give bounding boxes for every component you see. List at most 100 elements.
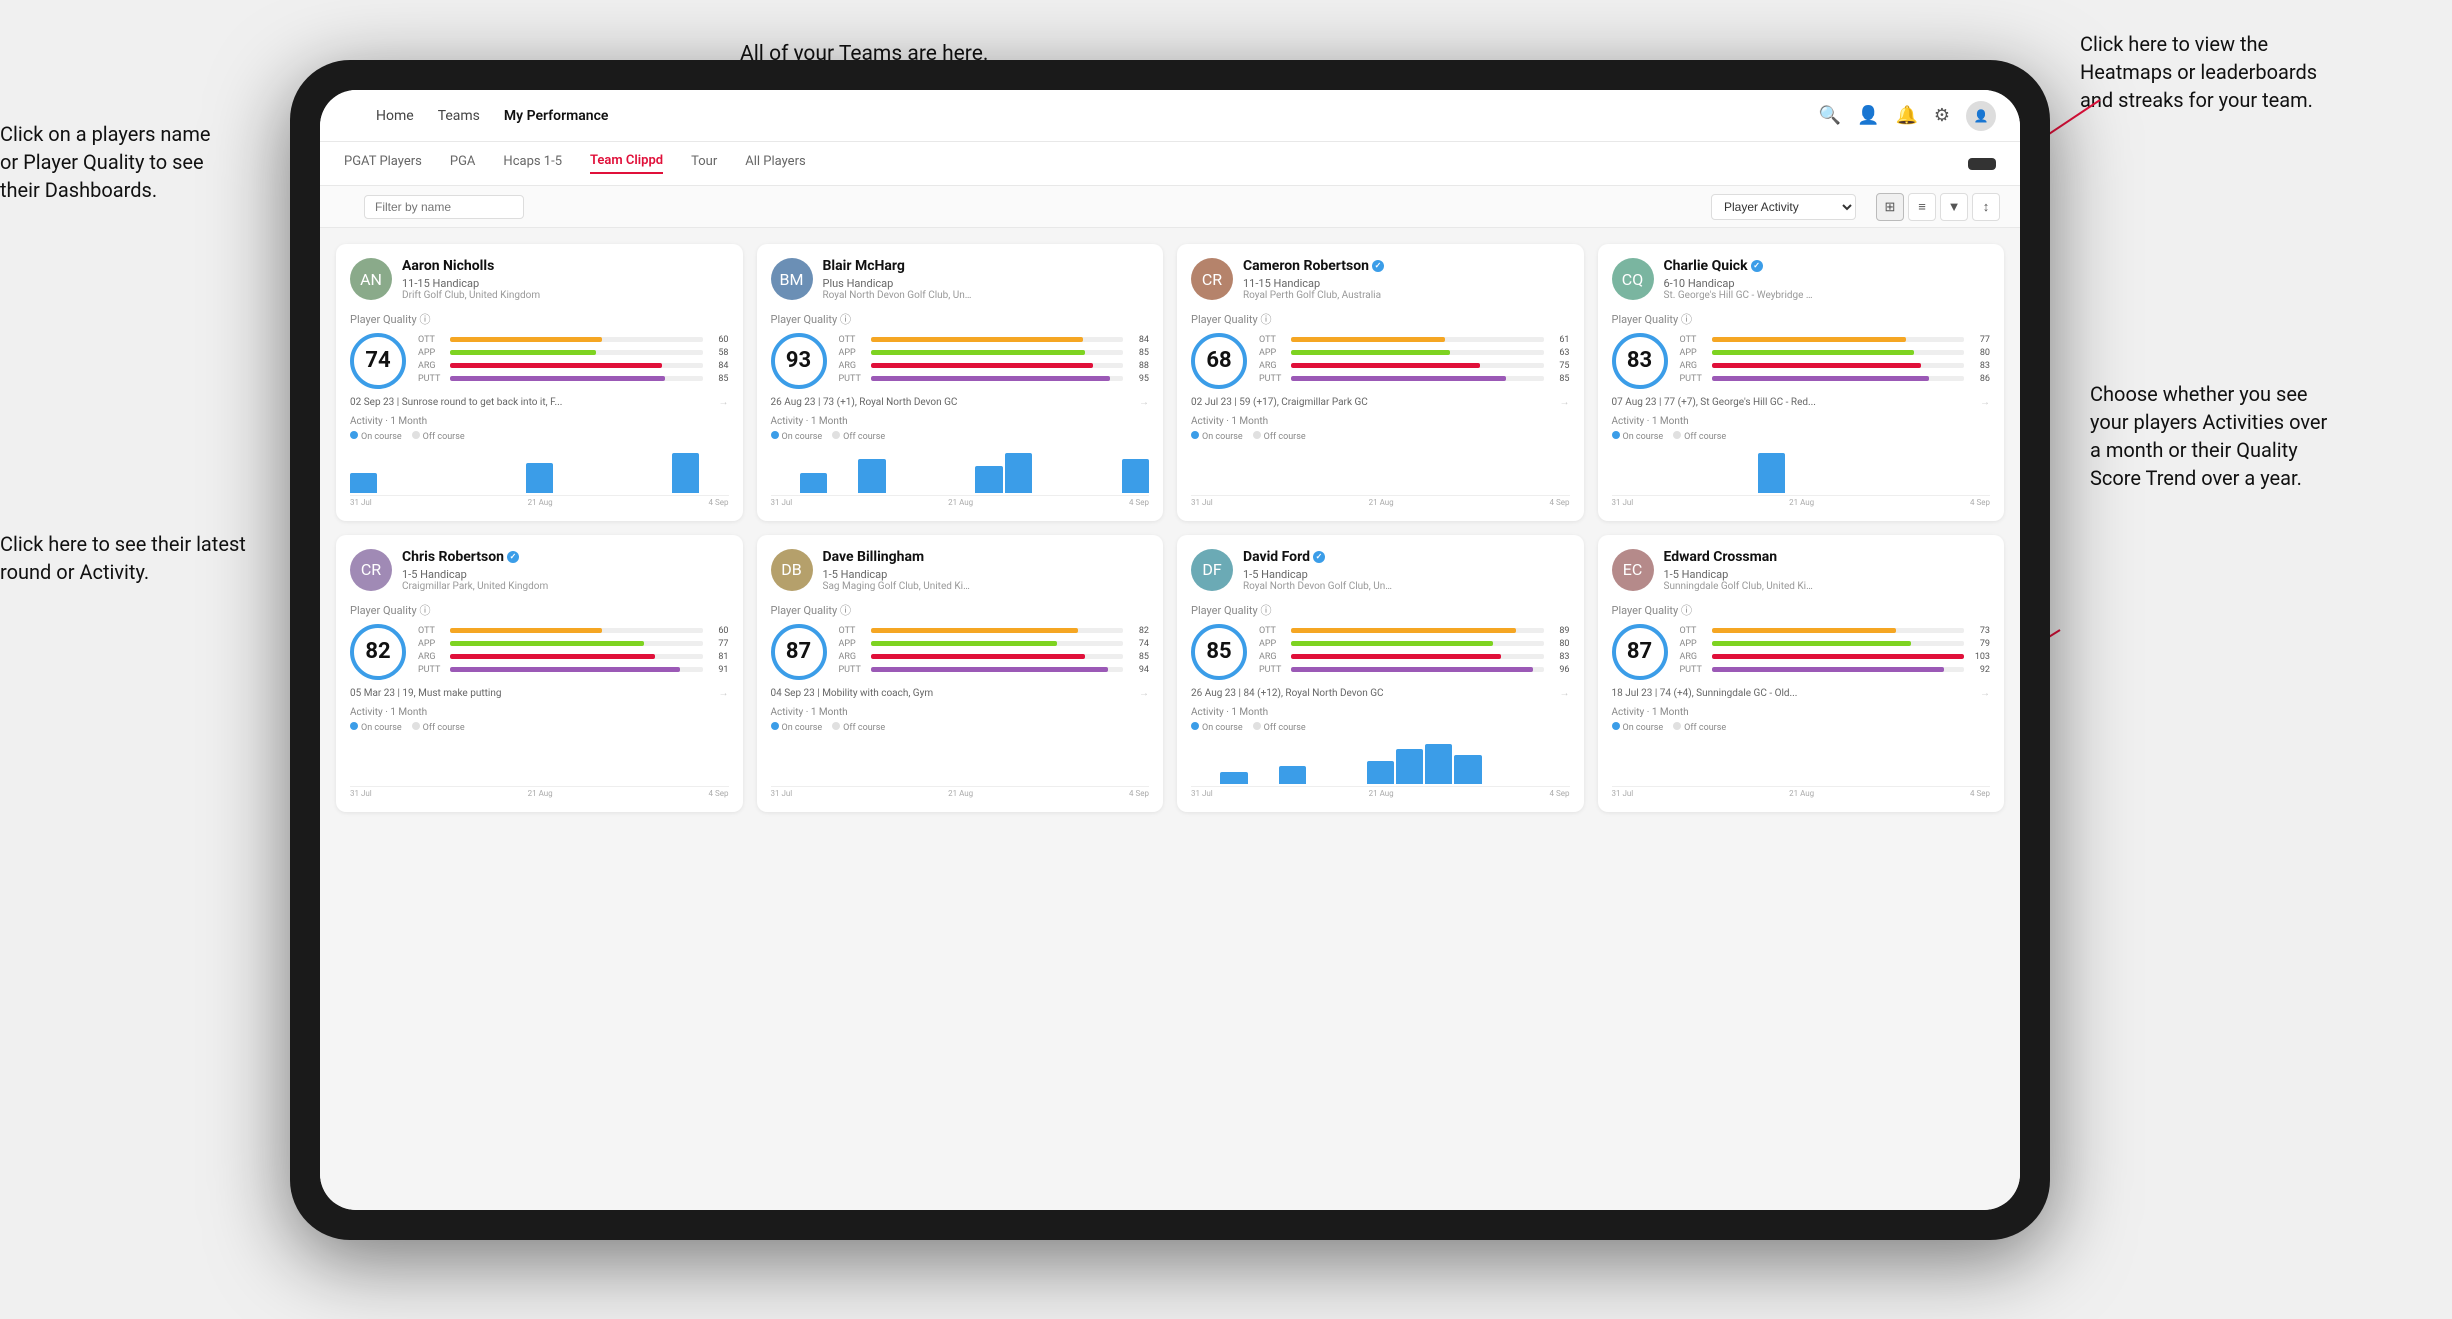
stat-bar-row: APP85 bbox=[839, 348, 1150, 358]
verified-badge: ✓ bbox=[1751, 260, 1763, 272]
player-club: Craigmillar Park, United Kingdom bbox=[402, 581, 552, 592]
nav-link-performance[interactable]: My Performance bbox=[504, 108, 609, 124]
player-info: Charlie Quick✓6-10 HandicapSt. George's … bbox=[1664, 258, 1991, 301]
stat-bar-row: OTT61 bbox=[1259, 335, 1570, 345]
player-header: ECEdward Crossman1-5 HandicapSunningdale… bbox=[1612, 549, 1991, 592]
player-card[interactable]: CRCameron Robertson✓11-15 HandicapRoyal … bbox=[1177, 244, 1584, 521]
player-info: Aaron Nicholls11-15 HandicapDrift Golf C… bbox=[402, 258, 729, 301]
stat-label: PUTT bbox=[1680, 374, 1706, 384]
activity-label: Activity · 1 Month bbox=[771, 707, 1150, 718]
add-team-button[interactable] bbox=[1968, 158, 1996, 170]
legend-item: On course bbox=[1191, 722, 1243, 733]
filter-view-button[interactable]: ▼ bbox=[1940, 193, 1968, 221]
grid-view-button[interactable]: ⊞ bbox=[1876, 193, 1904, 221]
quality-score[interactable]: 87 bbox=[1612, 624, 1668, 680]
stat-track bbox=[450, 376, 703, 381]
player-card[interactable]: DBDave Billingham1-5 HandicapSag Maging … bbox=[757, 535, 1164, 812]
chart-date: 31 Jul bbox=[1612, 498, 1634, 507]
stat-fill bbox=[1712, 376, 1929, 381]
show-select[interactable]: Player Activity Quality Score Trend bbox=[1711, 194, 1856, 220]
player-card[interactable]: ANAaron Nicholls11-15 HandicapDrift Golf… bbox=[336, 244, 743, 521]
quality-score[interactable]: 93 bbox=[771, 333, 827, 389]
player-card[interactable]: DFDavid Ford✓1-5 HandicapRoyal North Dev… bbox=[1177, 535, 1584, 812]
verified-badge: ✓ bbox=[1372, 260, 1384, 272]
sub-nav-tour[interactable]: Tour bbox=[691, 154, 717, 173]
last-round[interactable]: 04 Sep 23 | Mobility with coach, Gym→ bbox=[771, 688, 1150, 699]
last-round-arrow: → bbox=[719, 688, 729, 699]
last-round[interactable]: 05 Mar 23 | 19, Must make putting→ bbox=[350, 688, 729, 699]
quality-score[interactable]: 83 bbox=[1612, 333, 1668, 389]
player-info: Edward Crossman1-5 HandicapSunningdale G… bbox=[1664, 549, 1991, 592]
settings-icon[interactable]: ⚙ bbox=[1934, 105, 1950, 126]
stat-track bbox=[450, 654, 703, 659]
player-name[interactable]: Chris Robertson✓ bbox=[402, 549, 729, 566]
player-name[interactable]: Cameron Robertson✓ bbox=[1243, 258, 1570, 275]
sub-nav-pga[interactable]: PGA bbox=[450, 154, 476, 173]
legend-item: Off course bbox=[1253, 722, 1306, 733]
legend-dot bbox=[832, 431, 840, 439]
stat-value: 85 bbox=[1129, 348, 1149, 358]
player-name[interactable]: David Ford✓ bbox=[1243, 549, 1570, 566]
bell-icon[interactable]: 🔔 bbox=[1895, 105, 1917, 126]
stat-track bbox=[1291, 667, 1544, 672]
legend-dot bbox=[412, 722, 420, 730]
nav-icons: 🔍 👤 🔔 ⚙ 👤 bbox=[1819, 101, 1996, 131]
stat-track bbox=[871, 337, 1124, 342]
legend-dot bbox=[412, 431, 420, 439]
quality-score[interactable]: 82 bbox=[350, 624, 406, 680]
quality-score[interactable]: 74 bbox=[350, 333, 406, 389]
stat-label: ARG bbox=[1680, 361, 1706, 371]
quality-score[interactable]: 85 bbox=[1191, 624, 1247, 680]
quality-bars: OTT89APP80ARG83PUTT96 bbox=[1259, 626, 1570, 678]
sub-nav-pgat[interactable]: PGAT Players bbox=[344, 154, 422, 173]
player-name[interactable]: Aaron Nicholls bbox=[402, 258, 729, 275]
quality-bars: OTT60APP58ARG84PUTT85 bbox=[418, 335, 729, 387]
last-round[interactable]: 18 Jul 23 | 74 (+4), Sunningdale GC - Ol… bbox=[1612, 688, 1991, 699]
quality-score[interactable]: 68 bbox=[1191, 333, 1247, 389]
sub-nav-hcaps[interactable]: Hcaps 1-5 bbox=[503, 154, 562, 173]
chart-date: 31 Jul bbox=[1612, 789, 1634, 798]
filter-input[interactable] bbox=[364, 195, 524, 219]
last-round[interactable]: 26 Aug 23 | 84 (+12), Royal North Devon … bbox=[1191, 688, 1570, 699]
player-name[interactable]: Dave Billingham bbox=[823, 549, 1150, 566]
player-card[interactable]: ECEdward Crossman1-5 HandicapSunningdale… bbox=[1598, 535, 2005, 812]
stat-track bbox=[450, 363, 703, 368]
stat-track bbox=[871, 376, 1124, 381]
chart-dates: 31 Jul21 Aug4 Sep bbox=[771, 789, 1150, 798]
activity-chart bbox=[350, 446, 729, 496]
legend-item: On course bbox=[1612, 722, 1664, 733]
chart-date: 21 Aug bbox=[1789, 498, 1814, 507]
player-name[interactable]: Edward Crossman bbox=[1664, 549, 1991, 566]
stat-value: 77 bbox=[1970, 335, 1990, 345]
last-round[interactable]: 02 Sep 23 | Sunrose round to get back in… bbox=[350, 397, 729, 408]
stat-bar-row: OTT82 bbox=[839, 626, 1150, 636]
sub-nav-team-clippd[interactable]: Team Clippd bbox=[590, 153, 663, 174]
player-card[interactable]: CQCharlie Quick✓6-10 HandicapSt. George'… bbox=[1598, 244, 2005, 521]
quality-score[interactable]: 87 bbox=[771, 624, 827, 680]
player-name[interactable]: Blair McHarg bbox=[823, 258, 1150, 275]
player-info: Dave Billingham1-5 HandicapSag Maging Go… bbox=[823, 549, 1150, 592]
stat-bar-row: OTT77 bbox=[1680, 335, 1991, 345]
avatar[interactable]: 👤 bbox=[1966, 101, 1996, 131]
player-name[interactable]: Charlie Quick✓ bbox=[1664, 258, 1991, 275]
compact-view-button[interactable]: ≡ bbox=[1908, 193, 1936, 221]
quality-section: 68OTT61APP63ARG75PUTT85 bbox=[1191, 333, 1570, 389]
player-card[interactable]: BMBlair McHargPlus HandicapRoyal North D… bbox=[757, 244, 1164, 521]
nav-link-home[interactable]: Home bbox=[376, 108, 414, 124]
player-header: CRChris Robertson✓1-5 HandicapCraigmilla… bbox=[350, 549, 729, 592]
search-icon[interactable]: 🔍 bbox=[1819, 105, 1841, 126]
sort-view-button[interactable]: ↕ bbox=[1972, 193, 2000, 221]
chart-date: 21 Aug bbox=[948, 789, 973, 798]
activity-chart bbox=[350, 737, 729, 787]
last-round[interactable]: 02 Jul 23 | 59 (+17), Craigmillar Park G… bbox=[1191, 397, 1570, 408]
last-round[interactable]: 26 Aug 23 | 73 (+1), Royal North Devon G… bbox=[771, 397, 1150, 408]
person-icon[interactable]: 👤 bbox=[1857, 105, 1879, 126]
legend-item: Off course bbox=[1253, 431, 1306, 442]
sub-nav-all-players[interactable]: All Players bbox=[745, 154, 805, 173]
stat-value: 60 bbox=[709, 335, 729, 345]
chart-bar bbox=[1279, 766, 1306, 783]
nav-link-teams[interactable]: Teams bbox=[438, 108, 480, 124]
last-round[interactable]: 07 Aug 23 | 77 (+7), St George's Hill GC… bbox=[1612, 397, 1991, 408]
player-card[interactable]: CRChris Robertson✓1-5 HandicapCraigmilla… bbox=[336, 535, 743, 812]
legend-dot bbox=[1253, 431, 1261, 439]
